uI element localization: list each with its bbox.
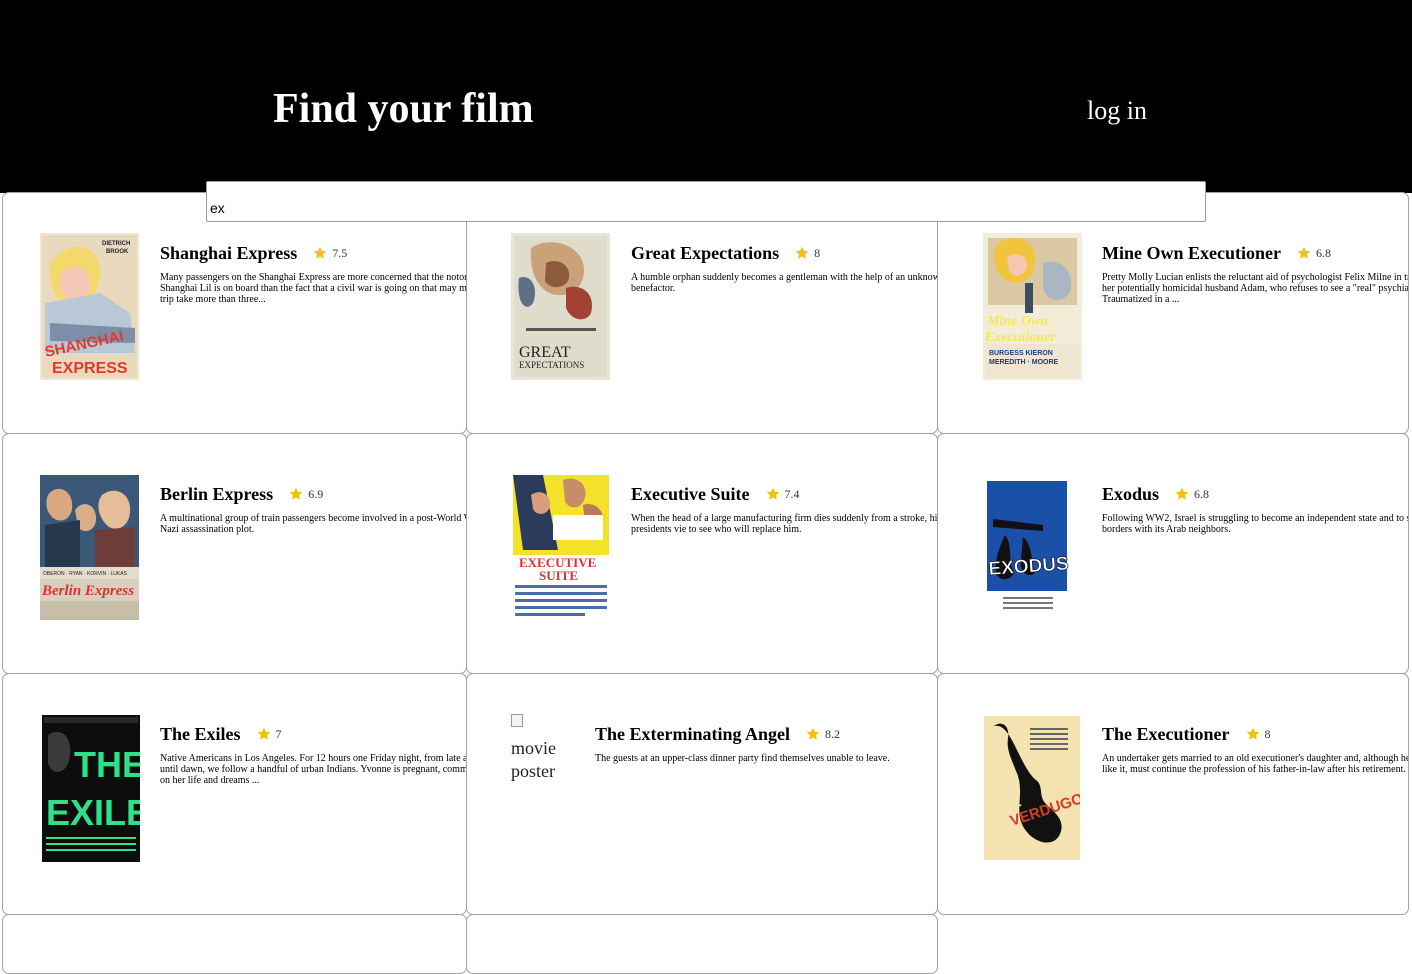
movie-poster-executive-suite[interactable]: EXECUTIVE SUITE bbox=[513, 475, 609, 621]
star-icon bbox=[1246, 727, 1259, 740]
star-icon bbox=[289, 487, 303, 500]
svg-text:SUITE: SUITE bbox=[539, 568, 578, 583]
movie-title-row: The Executioner 8 bbox=[1102, 723, 1271, 745]
movie-rating: 6.8 bbox=[1194, 487, 1210, 501]
svg-text:EXILES: EXILES bbox=[46, 792, 140, 833]
svg-text:BURGESS KIERON: BURGESS KIERON bbox=[989, 350, 1053, 357]
movie-rating: 7.4 bbox=[784, 487, 800, 501]
movie-title-row: Exodus 6.8 bbox=[1102, 483, 1209, 505]
movie-rating: 8.2 bbox=[825, 727, 841, 741]
movie-card[interactable]: movie poster The Exterminating Angel 8.2… bbox=[466, 673, 938, 915]
movie-title: Exodus bbox=[1102, 484, 1160, 504]
movie-card[interactable]: EXECUTIVE SUITE Executive Suite 7.4 When… bbox=[466, 433, 938, 674]
movie-description: Native Americans in Los Angeles. For 12 … bbox=[160, 753, 466, 786]
movie-rating: 6.9 bbox=[308, 487, 324, 501]
star-icon bbox=[1175, 487, 1189, 500]
movie-description: Following WW2, Israel is struggling to b… bbox=[1102, 513, 1408, 535]
movie-title-row: Shanghai Express 7.5 bbox=[160, 242, 347, 264]
movie-poster-great-expectations[interactable]: GREAT EXPECTATIONS bbox=[511, 233, 610, 380]
movie-title: Executive Suite bbox=[631, 484, 750, 504]
movie-card[interactable]: DIETRICH BROOK SHANGHAI EXPRESS Shanghai… bbox=[2, 192, 467, 434]
movie-title: The Exiles bbox=[160, 724, 241, 744]
star-icon bbox=[257, 727, 270, 740]
movie-title-row: Berlin Express 6.9 bbox=[160, 483, 323, 505]
movie-card[interactable]: GREAT EXPECTATIONS Great Expectations 8 … bbox=[466, 192, 938, 434]
broken-poster-image[interactable]: movie poster bbox=[511, 714, 581, 783]
movie-title-row: Mine Own Executioner 6.8 bbox=[1102, 242, 1331, 264]
movie-rating: 8 bbox=[1264, 727, 1271, 741]
movie-rating: 6.8 bbox=[1315, 246, 1331, 260]
svg-text:Executioner: Executioner bbox=[984, 330, 1056, 345]
poster-alt-text: movie poster bbox=[511, 738, 556, 781]
movie-title: Shanghai Express bbox=[160, 243, 298, 263]
svg-text:BROOK: BROOK bbox=[106, 249, 129, 255]
star-icon bbox=[806, 727, 820, 740]
movie-title: The Exterminating Angel bbox=[595, 724, 791, 744]
movie-poster-mine-own-executioner[interactable]: Mine Own Executioner BURGESS KIERON MERE… bbox=[983, 233, 1082, 380]
movie-card[interactable] bbox=[2, 914, 467, 974]
movie-rating: 8 bbox=[814, 246, 821, 260]
svg-text:THE: THE bbox=[74, 744, 140, 785]
movie-poster-the-executioner[interactable]: EL VERDUGO bbox=[984, 716, 1080, 860]
broken-image-icon bbox=[511, 714, 523, 727]
movie-grid: DIETRICH BROOK SHANGHAI EXPRESS Shanghai… bbox=[0, 0, 1412, 974]
movie-poster-exodus[interactable]: EXODUS bbox=[983, 475, 1071, 621]
svg-text:GREAT: GREAT bbox=[519, 344, 571, 361]
movie-title-row: Executive Suite 7.4 bbox=[631, 483, 800, 505]
svg-text:DIETRICH: DIETRICH bbox=[102, 241, 130, 247]
star-icon bbox=[766, 487, 779, 500]
movie-description: The guests at an upper-class dinner part… bbox=[595, 753, 890, 764]
movie-card[interactable] bbox=[466, 914, 938, 974]
svg-text:Mine Own: Mine Own bbox=[986, 314, 1048, 329]
movie-description: A multinational group of train passenger… bbox=[160, 513, 466, 535]
movie-title: The Executioner bbox=[1102, 724, 1230, 744]
movie-description: Many passengers on the Shanghai Express … bbox=[160, 272, 466, 305]
star-icon bbox=[795, 246, 809, 259]
movie-card[interactable]: Mine Own Executioner BURGESS KIERON MERE… bbox=[937, 192, 1409, 434]
movie-description: An undertaker gets married to an old exe… bbox=[1102, 753, 1408, 775]
movie-title-row: The Exterminating Angel 8.2 bbox=[595, 723, 840, 745]
movie-rating: 7 bbox=[275, 727, 282, 741]
movie-card[interactable]: OBERON · RYAN · KORVIN · LUKAS Berlin Ex… bbox=[2, 433, 467, 674]
movie-title: Great Expectations bbox=[631, 243, 780, 263]
movie-title-row: Great Expectations 8 bbox=[631, 242, 820, 264]
svg-text:EXPECTATIONS: EXPECTATIONS bbox=[519, 360, 584, 370]
search-input[interactable] bbox=[206, 181, 1206, 222]
svg-text:OBERON · RYAN · KORVIN · LUKAS: OBERON · RYAN · KORVIN · LUKAS bbox=[43, 571, 128, 577]
movie-description: A humble orphan suddenly becomes a gentl… bbox=[631, 272, 937, 294]
movie-title-row: The Exiles 7 bbox=[160, 723, 282, 745]
movie-description: Pretty Molly Lucian enlists the reluctan… bbox=[1102, 272, 1408, 305]
star-icon bbox=[1297, 246, 1311, 259]
movie-title: Berlin Express bbox=[160, 484, 274, 504]
movie-poster-the-exiles[interactable]: THE EXILES bbox=[42, 715, 140, 862]
movie-title: Mine Own Executioner bbox=[1102, 243, 1281, 263]
movie-description: When the head of a large manufacturing f… bbox=[631, 513, 937, 535]
movie-poster-berlin-express[interactable]: OBERON · RYAN · KORVIN · LUKAS Berlin Ex… bbox=[40, 475, 139, 620]
star-icon bbox=[313, 246, 327, 259]
movie-poster-shanghai-express[interactable]: DIETRICH BROOK SHANGHAI EXPRESS bbox=[40, 233, 139, 380]
movie-rating: 7.5 bbox=[332, 246, 348, 260]
svg-text:MEREDITH · MOORE: MEREDITH · MOORE bbox=[989, 359, 1059, 366]
movie-card[interactable]: EL VERDUGO The Executioner 8 An undertak… bbox=[937, 673, 1409, 915]
movie-card[interactable]: EXODUS Exodus 6.8 Following WW2, Israel … bbox=[937, 433, 1409, 674]
svg-text:Berlin Express: Berlin Express bbox=[41, 583, 134, 599]
movie-card[interactable]: THE EXILES The Exiles 7 Native Americans… bbox=[2, 673, 467, 915]
svg-text:EXPRESS: EXPRESS bbox=[52, 360, 128, 377]
